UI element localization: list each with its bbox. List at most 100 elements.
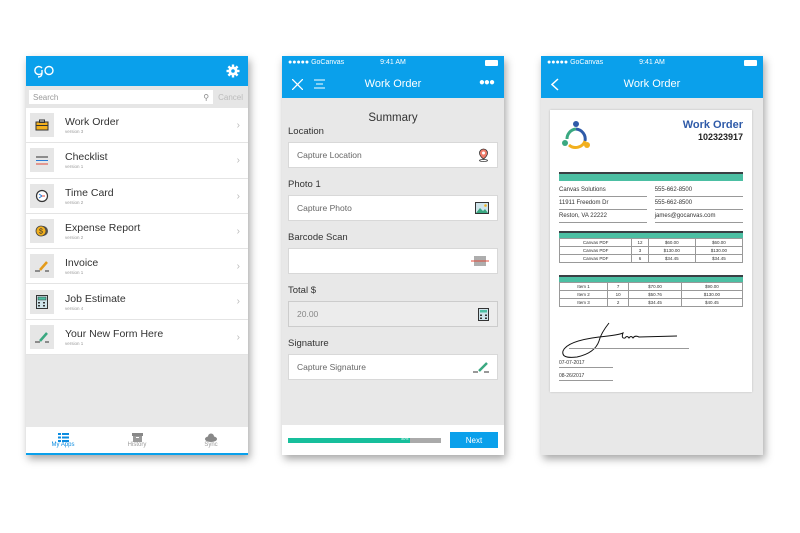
tab-label: My Apps [51, 441, 75, 448]
search-placeholder: Search [33, 92, 59, 102]
next-button[interactable]: Next [450, 432, 498, 448]
field-value: Capture Signature [297, 362, 366, 372]
field-label: Photo 1 [288, 179, 321, 190]
barcode-field[interactable] [288, 248, 498, 274]
app-header [26, 56, 248, 86]
table-cell: $40.45 [680, 298, 744, 307]
table-cell: Canvas PDF [558, 246, 633, 255]
form-title: Time Card [65, 186, 114, 199]
chevron-right-icon: › [236, 331, 240, 343]
table-cell: $60.00 [647, 238, 696, 247]
status-bar: ●●●●● GoCanvas 9:41 AM [541, 56, 763, 70]
gocanvas-logo-icon [34, 65, 54, 78]
list-item[interactable]: Time Card version 2 › [26, 179, 248, 214]
tab-my-apps[interactable]: My Apps [26, 427, 100, 453]
table-cell: $60.00 [694, 238, 744, 247]
pencil-icon [30, 254, 54, 279]
table-row: Canvas PDF 3 $130.00 $130.00 [558, 246, 744, 255]
form-footer: 80% Next [282, 425, 504, 455]
signature-line [569, 348, 689, 349]
table-cell: Canvas PDF [558, 238, 633, 247]
calculator-icon [30, 289, 54, 314]
photo-field[interactable]: Capture Photo [288, 195, 498, 221]
products-table: Canvas PDF 12 $60.00 $60.00 Canvas PDF 3 $130… [558, 231, 744, 263]
list-item[interactable]: Job Estimate version 4 › [26, 284, 248, 320]
gear-icon[interactable] [226, 64, 240, 78]
contact-info: Canvas Solutions 11911 Freedom Dr Reston… [559, 184, 743, 223]
form-title: Invoice [65, 257, 99, 270]
form-version: version 4 [65, 305, 84, 311]
list-item[interactable]: Checklist version 1 › [26, 143, 248, 179]
gocanvas-people-logo-icon [562, 121, 590, 150]
status-bar: ●●●●● GoCanvas 9:41 AM [282, 56, 504, 70]
table-cell: 10 [606, 290, 630, 299]
chevron-right-icon: › [236, 120, 240, 131]
form-version: version 1 [65, 340, 84, 346]
nav-bar: Work Order [541, 70, 763, 98]
chevron-right-icon: › [236, 225, 240, 237]
progress-fill: 80% [288, 436, 411, 443]
search-input[interactable]: Search ⚲ [29, 90, 214, 104]
back-chevron-icon[interactable] [551, 78, 559, 91]
company-line: Reston, VA 22222 [559, 210, 648, 223]
table-cell: 2 [606, 298, 630, 307]
list-item[interactable]: Your New Form Here version 1 › [26, 320, 248, 356]
table-cell: 7 [606, 282, 630, 291]
date-field: 08-26/2017 [559, 373, 613, 381]
signature-pen-icon [473, 362, 489, 373]
document-number: 102323917 [697, 132, 743, 142]
table-row: Canvas PDF 12 $60.00 $60.00 [558, 238, 744, 247]
tab-bar: My Apps History Sync [26, 427, 248, 455]
coins-icon: $ [30, 219, 54, 244]
field-value: 20.00 [297, 309, 319, 319]
tab-sync[interactable]: Sync [174, 427, 248, 453]
table-cell: Item 3 [559, 298, 608, 307]
cancel-button[interactable]: Cancel [218, 93, 243, 102]
nav-bar: Work Order ●●● [282, 70, 504, 98]
location-field[interactable]: Capture Location [288, 142, 498, 168]
close-icon[interactable] [292, 79, 303, 90]
field-label: Signature [288, 338, 329, 349]
field-value: Capture Photo [297, 203, 352, 213]
more-icon[interactable]: ●●● [479, 77, 495, 88]
list-item[interactable]: Invoice version 1 › [26, 249, 248, 285]
phone-form-entry: ●●●●● GoCanvas 9:41 AM Work Order ●●● Su… [282, 56, 504, 455]
signature-field[interactable]: Capture Signature [288, 354, 498, 380]
tab-history[interactable]: History [100, 427, 174, 453]
contact-line: 555-662-8500 [654, 184, 743, 197]
table-row: Canvas PDF 6 $34.45 $34.45 [558, 254, 744, 263]
signature-area [559, 319, 743, 358]
progress-label: 80% [401, 436, 409, 441]
table-cell: 12 [631, 238, 649, 247]
table-cell: 3 [631, 246, 649, 255]
table-cell: $50.76 [628, 290, 682, 299]
items-table: Item 1 7 $70.00 $90.00 Item 2 10 $50.76 $130.0… [559, 275, 744, 307]
chevron-right-icon: › [236, 190, 240, 202]
table-cell: $130.00 [680, 290, 744, 299]
form-title: Expense Report [65, 222, 141, 235]
field-label: Barcode Scan [288, 232, 348, 243]
menu-icon[interactable] [314, 79, 325, 89]
list-item[interactable]: Work Order version 3 › [26, 108, 248, 144]
phone-document-preview: ●●●●● GoCanvas 9:41 AM Work Order Work O… [541, 56, 763, 455]
form-title: Your New Form Here [65, 327, 164, 340]
apps-list-icon [57, 432, 69, 442]
document-card: Work Order 102323917 Canvas Solutions 11… [550, 110, 752, 392]
table-row: Item 2 10 $50.76 $130.00 [559, 290, 744, 299]
total-field: 20.00 [288, 301, 498, 327]
search-icon: ⚲ [203, 92, 210, 102]
progress-bar: 80% [288, 436, 441, 443]
list-item[interactable]: $ Expense Report version 2 › [26, 214, 248, 250]
barcode-icon [471, 256, 489, 266]
table-cell: $34.45 [628, 298, 682, 307]
svg-text:$: $ [39, 229, 43, 236]
company-line: 11911 Freedom Dr [559, 197, 648, 210]
form-version: version 1 [65, 164, 84, 170]
form-version: version 3 [65, 129, 84, 135]
clock-label: 9:41 AM [639, 59, 665, 66]
document-title: Work Order [682, 119, 743, 131]
phone-my-apps: Search ⚲ Cancel Work Order version 3 › Ch… [26, 56, 248, 455]
form-title: Work Order [65, 116, 120, 129]
pen-icon [30, 324, 54, 349]
form-version: version 1 [65, 270, 84, 276]
